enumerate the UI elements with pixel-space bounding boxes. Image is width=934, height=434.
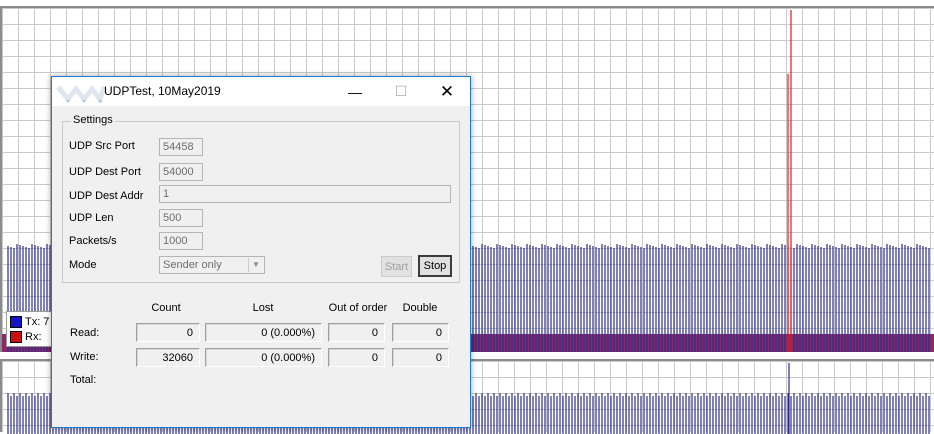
read-out-of-order-cell: 0	[328, 323, 385, 342]
settings-group-title: Settings	[71, 114, 115, 126]
mode-label: Mode	[69, 259, 97, 271]
close-icon: ✕	[439, 81, 455, 101]
graph-legend: Tx: 7 Rx:	[6, 311, 52, 347]
udp-len-label: UDP Len	[69, 212, 114, 224]
total-row-label: Total:	[70, 374, 97, 386]
rx-color-swatch	[10, 331, 22, 343]
start-button[interactable]: Start	[381, 256, 412, 277]
maximize-button[interactable]: ☐	[378, 77, 424, 106]
maximize-icon: ☐	[394, 83, 408, 99]
window-title: UDPTest, 10May2019	[104, 84, 221, 98]
udp-len-field[interactable]: 500	[159, 209, 203, 227]
write-double-cell: 0	[392, 348, 449, 367]
tx-color-swatch	[10, 316, 22, 328]
out-of-order-header: Out of order	[328, 302, 388, 314]
legend-rx-label: Rx:	[25, 331, 42, 343]
dest-port-label: UDP Dest Port	[69, 166, 141, 178]
chevron-down-icon: ▼	[248, 258, 263, 272]
read-double-cell: 0	[392, 323, 449, 342]
close-button[interactable]: ✕	[424, 77, 470, 106]
write-lost-cell: 0 (0.000%)	[205, 348, 322, 367]
packets-per-sec-label: Packets/s	[69, 235, 117, 247]
app-logo-icon	[56, 84, 106, 103]
minimize-icon: —	[348, 83, 362, 100]
stop-button[interactable]: Stop	[418, 255, 452, 277]
write-count-cell: 32060	[136, 348, 200, 367]
dest-addr-field[interactable]: 1	[159, 185, 451, 203]
lost-header: Lost	[252, 302, 274, 314]
dest-addr-label: UDP Dest Addr	[69, 190, 144, 202]
read-row-label: Read:	[70, 327, 100, 339]
packets-per-sec-field[interactable]: 1000	[159, 232, 203, 250]
src-port-label: UDP Src Port	[69, 140, 135, 152]
minimize-button[interactable]: —	[332, 77, 378, 106]
src-port-field[interactable]: 54458	[159, 138, 203, 156]
read-lost-cell: 0 (0.000%)	[205, 323, 322, 342]
count-header: Count	[151, 302, 181, 314]
dest-port-field[interactable]: 54000	[159, 163, 203, 181]
udptest-window: UDPTest, 10May2019 — ☐ ✕ Settings UDP Sr…	[51, 76, 471, 428]
legend-tx: Tx: 7	[10, 315, 49, 329]
mode-select[interactable]: Sender only ▼	[159, 256, 265, 274]
mode-select-value: Sender only	[163, 259, 222, 271]
title-bar[interactable]: UDPTest, 10May2019 — ☐ ✕	[52, 77, 470, 106]
write-out-of-order-cell: 0	[328, 348, 385, 367]
legend-tx-label: Tx:	[25, 316, 41, 328]
write-row-label: Write:	[70, 351, 99, 363]
legend-tx-value: 7	[43, 316, 50, 328]
legend-rx: Rx:	[10, 330, 42, 344]
settings-group: Settings UDP Src Port 54458 UDP Dest Por…	[62, 114, 460, 283]
double-header: Double	[402, 302, 438, 314]
read-count-cell: 0	[136, 323, 200, 342]
